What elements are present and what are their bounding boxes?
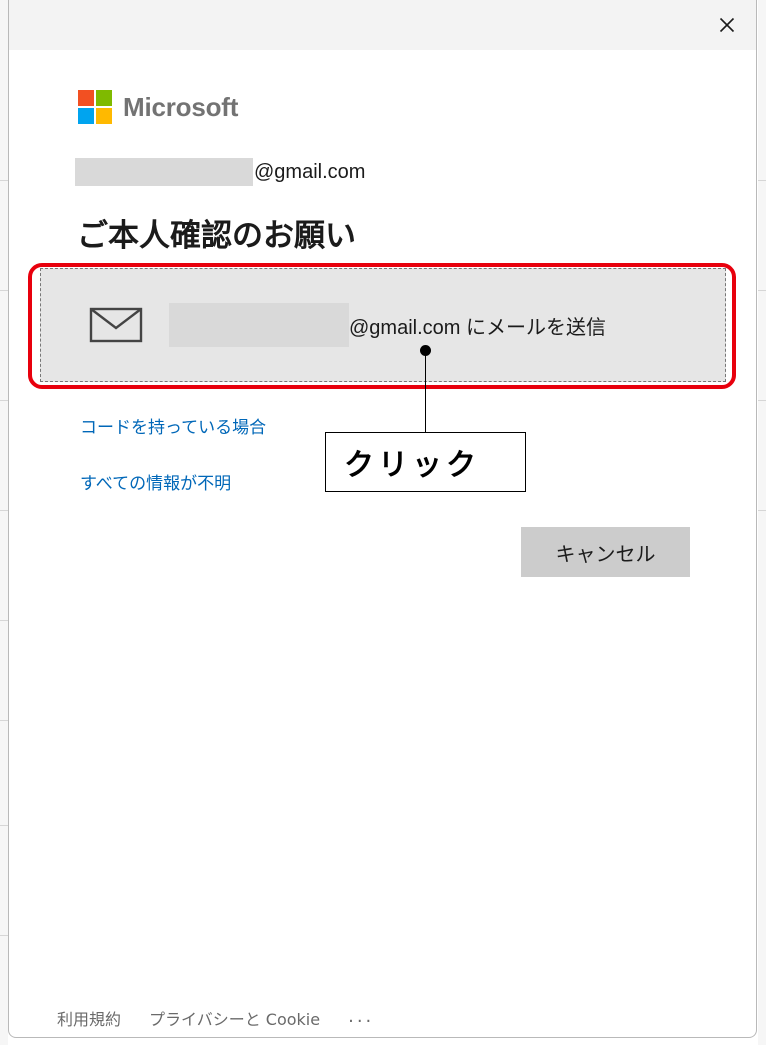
no-info-link[interactable]: すべての情報が不明 <box>80 469 231 494</box>
mail-icon <box>89 307 143 343</box>
background-divider <box>0 825 8 826</box>
background-divider <box>758 400 766 401</box>
background-right-edge <box>758 0 766 1045</box>
terms-link[interactable]: 利用規約 <box>57 1006 121 1030</box>
background-divider <box>0 180 8 181</box>
account-email-suffix: @gmail.com <box>254 160 366 183</box>
brand-name: Microsoft <box>123 91 239 122</box>
dialog-titlebar <box>9 0 756 50</box>
have-code-link[interactable]: コードを持っている場合 <box>80 413 266 438</box>
close-button[interactable] <box>710 9 744 41</box>
account-identifier: @gmail.com <box>75 158 365 186</box>
background-divider <box>0 290 8 291</box>
background-divider <box>0 620 8 621</box>
redacted-email-user <box>169 303 349 347</box>
background-divider <box>0 400 8 401</box>
click-callout: クリック <box>325 432 526 492</box>
background-divider <box>758 510 766 511</box>
background-left-edge <box>0 0 8 1045</box>
background-divider <box>758 290 766 291</box>
cancel-button[interactable]: キャンセル <box>521 527 690 577</box>
send-email-option[interactable]: @gmail.com にメールを送信 <box>40 268 726 382</box>
microsoft-logo-icon <box>78 90 112 124</box>
more-options-button[interactable]: ... <box>348 1006 374 1027</box>
verification-dialog: Microsoft @gmail.com ご本人確認のお願い @gmail.co… <box>8 0 757 1038</box>
send-email-label: @gmail.com にメールを送信 <box>349 316 606 339</box>
background-divider <box>0 510 8 511</box>
callout-pointer-line <box>425 352 426 432</box>
redacted-email-user <box>75 158 253 186</box>
privacy-cookie-link[interactable]: プライバシーと Cookie <box>149 1006 320 1030</box>
footer: 利用規約 プライバシーと Cookie ... <box>57 1006 374 1030</box>
background-divider <box>758 180 766 181</box>
microsoft-logo: Microsoft <box>78 90 238 124</box>
close-icon <box>719 17 735 33</box>
background-divider <box>0 935 8 936</box>
background-divider <box>0 720 8 721</box>
page-title: ご本人確認のお願い <box>77 218 356 254</box>
